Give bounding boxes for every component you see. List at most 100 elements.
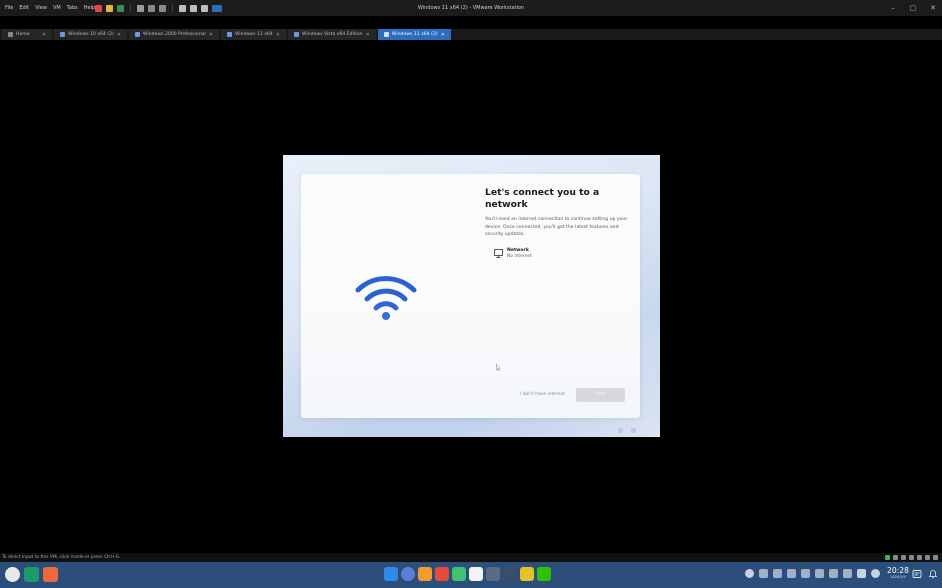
home-icon <box>8 32 13 37</box>
keyboard-icon[interactable] <box>857 569 866 578</box>
vmware-workstation-icon[interactable] <box>520 567 534 581</box>
taskbar-clock[interactable]: 20:28 2024/1/9 <box>885 566 911 580</box>
cd-drive-icon[interactable] <box>893 555 898 560</box>
vm-icon <box>294 32 299 37</box>
close-icon[interactable]: ✕ <box>42 32 46 38</box>
toolbar-separator <box>130 4 131 12</box>
file-manager-icon[interactable] <box>384 567 398 581</box>
next-button[interactable]: Next <box>576 388 625 402</box>
vm-display-area[interactable]: Let's connect you to a network You'll ne… <box>0 40 942 553</box>
close-icon[interactable]: ✕ <box>276 32 280 38</box>
vm-accessibility-tray <box>618 428 636 433</box>
input-method-icon[interactable] <box>759 569 768 578</box>
ethernet-monitor-icon <box>494 249 503 258</box>
vmware-icon[interactable] <box>503 567 517 581</box>
power-icon[interactable] <box>871 569 880 578</box>
system-tray <box>745 569 880 578</box>
close-icon[interactable]: ✕ <box>366 32 370 38</box>
music-icon[interactable] <box>452 567 466 581</box>
maximize-button[interactable]: ▢ <box>908 2 918 14</box>
show-library-icon[interactable] <box>179 4 186 12</box>
taskbar-launcher <box>5 567 58 582</box>
no-internet-link[interactable]: I don't have internet <box>520 392 565 398</box>
tab-label: Home <box>16 32 30 37</box>
vm-icon <box>60 32 65 37</box>
oobe-network-card: Let's connect you to a network You'll ne… <box>301 174 640 418</box>
suspend-icon[interactable] <box>106 4 113 12</box>
minimize-button[interactable]: – <box>888 2 898 14</box>
close-icon[interactable]: ✕ <box>209 32 213 38</box>
menu-vm[interactable]: VM <box>50 5 64 11</box>
menu-file[interactable]: File <box>2 5 16 11</box>
sound-card-icon[interactable] <box>917 555 922 560</box>
page-title: Let's connect you to a network <box>485 187 600 210</box>
tab-bar: Home ✕ Windows 10 x64 (2) ✕ Windows 2000… <box>0 29 942 40</box>
notification-center-icon[interactable] <box>912 569 922 579</box>
tab-label: Windows 11 x64 <box>234 32 273 37</box>
messages-icon[interactable] <box>933 555 938 560</box>
menu-view[interactable]: View <box>32 5 50 11</box>
tab-label: Windows 2000 Professional <box>143 32 206 37</box>
vm-screen[interactable]: Let's connect you to a network You'll ne… <box>283 155 660 437</box>
app-store-icon[interactable] <box>43 567 58 582</box>
window-controls: – ▢ ✕ <box>888 2 938 14</box>
network-status: No internet <box>507 254 532 259</box>
unity-icon[interactable] <box>201 4 208 12</box>
close-button[interactable]: ✕ <box>928 2 938 14</box>
network-list-item[interactable]: Network No internet <box>494 248 574 264</box>
status-bar: To direct input to this VM, click inside… <box>0 553 942 562</box>
snapshot-manager-icon[interactable] <box>159 4 166 12</box>
tab-windows-10-x64-2[interactable]: Windows 10 x64 (2) ✕ <box>54 29 128 40</box>
title-bar: Windows 11 x64 (2) - VMware Workstation … <box>0 0 942 16</box>
accessibility-icon[interactable] <box>618 428 623 433</box>
revert-snapshot-icon[interactable] <box>148 4 155 12</box>
vm-icon <box>135 32 141 37</box>
calendar-icon[interactable] <box>469 567 483 581</box>
tab-windows-11-x64-2[interactable]: Windows 11 x64 (2) ✕ <box>377 29 451 40</box>
description-text: You'll need an internet connection to co… <box>485 217 628 238</box>
wifi-tray-icon[interactable] <box>815 569 824 578</box>
power-off-icon[interactable] <box>95 4 102 12</box>
snapshot-icon[interactable] <box>137 4 144 12</box>
vm-icon <box>383 32 389 37</box>
full-screen-icon[interactable] <box>190 4 197 12</box>
settings-icon[interactable] <box>486 567 500 581</box>
wechat-icon[interactable] <box>537 567 551 581</box>
restart-icon[interactable] <box>117 4 124 12</box>
photos-icon[interactable] <box>435 567 449 581</box>
bluetooth-icon[interactable] <box>787 569 796 578</box>
chevron-right-icon[interactable] <box>843 569 852 578</box>
display-icon[interactable] <box>925 555 930 560</box>
clock-time: 20:28 <box>887 566 909 575</box>
clock-date: 2024/1/9 <box>890 575 906 579</box>
volume-icon[interactable] <box>801 569 810 578</box>
battery-icon[interactable] <box>829 569 838 578</box>
bell-icon[interactable] <box>928 569 938 579</box>
launcher-icon[interactable] <box>5 567 20 582</box>
tab-home[interactable]: Home ✕ <box>2 29 52 40</box>
tab-label: Windows 10 x64 (2) <box>68 32 114 37</box>
console-view-icon[interactable] <box>212 4 222 12</box>
menu-edit[interactable]: Edit <box>16 5 32 11</box>
hard-disk-icon[interactable] <box>885 555 890 560</box>
tab-label: Windows Vista x64 Edition <box>302 32 363 37</box>
clipboard-icon[interactable] <box>773 569 782 578</box>
wifi-icon <box>355 276 417 320</box>
app-icon[interactable] <box>418 567 432 581</box>
tab-windows-2000[interactable]: Windows 2000 Professional ✕ <box>129 29 219 40</box>
usb-icon[interactable] <box>909 555 914 560</box>
browser-icon[interactable] <box>401 567 415 581</box>
mouse-cursor-icon <box>496 364 501 371</box>
toolbar <box>95 3 222 13</box>
tab-windows-11-x64[interactable]: Windows 11 x64 ✕ <box>220 29 286 40</box>
cloud-icon[interactable] <box>745 569 754 578</box>
taskbar-dock <box>384 567 551 581</box>
volume-icon[interactable] <box>631 428 636 433</box>
menu-tabs[interactable]: Tabs <box>64 5 81 11</box>
tab-windows-vista[interactable]: Windows Vista x64 Edition ✕ <box>288 29 376 40</box>
terminal-icon[interactable] <box>24 567 39 582</box>
network-adapter-icon[interactable] <box>901 555 906 560</box>
close-icon[interactable]: ✕ <box>441 32 445 38</box>
close-icon[interactable]: ✕ <box>117 32 121 38</box>
tab-label: Windows 11 x64 (2) <box>391 32 438 37</box>
